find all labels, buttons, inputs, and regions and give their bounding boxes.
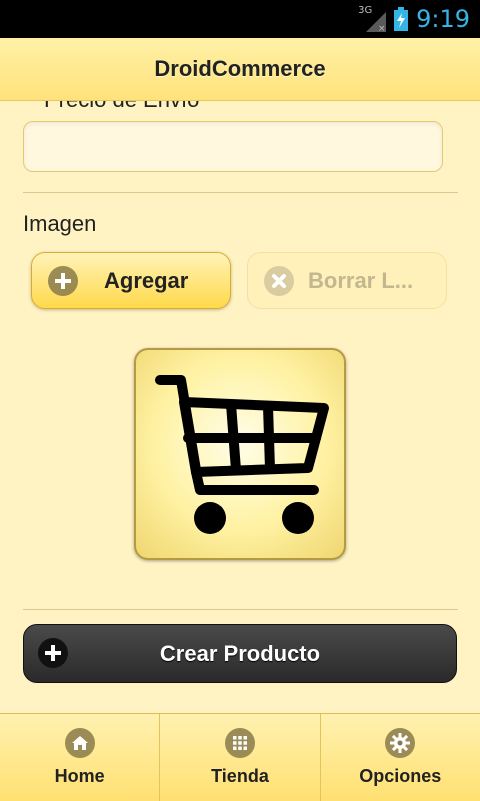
shipping-price-label: Precio de Envío	[44, 101, 199, 113]
grid-icon	[224, 728, 255, 758]
bottom-tab-bar: Home Tienda Opciones	[0, 713, 480, 801]
signal-3g-icon: 3G ×	[358, 5, 387, 32]
battery-charging-icon	[394, 7, 409, 31]
delete-button-label: Borrar L...	[308, 267, 414, 293]
form-content[interactable]: Precio de Envío Imagen Agregar Borrar L.…	[0, 101, 480, 713]
tab-home-label: Home	[54, 766, 105, 786]
svg-text:×: ×	[378, 24, 386, 32]
product-image[interactable]	[134, 348, 346, 560]
plus-icon	[38, 638, 68, 668]
delete-icon	[264, 265, 294, 296]
image-label: Imagen	[23, 211, 97, 236]
tab-opciones-label: Opciones	[359, 766, 442, 786]
status-bar: 3G × 9:19	[0, 0, 480, 38]
add-button-label: Agregar	[104, 267, 189, 293]
gear-icon	[385, 728, 416, 758]
delete-image-button: Borrar L...	[247, 252, 447, 309]
tab-tienda-label: Tienda	[211, 766, 269, 786]
tab-tienda[interactable]: Tienda	[160, 714, 321, 801]
tab-home[interactable]: Home	[0, 714, 161, 801]
clock: 9:19	[416, 5, 470, 33]
page-title: DroidCommerce	[154, 56, 326, 81]
divider	[23, 192, 458, 193]
tab-opciones[interactable]: Opciones	[321, 714, 480, 801]
create-button-label: Crear Producto	[159, 640, 321, 666]
add-image-button[interactable]: Agregar	[31, 252, 231, 309]
app-header: DroidCommerce	[0, 38, 480, 101]
plus-icon	[48, 265, 78, 296]
divider	[23, 609, 458, 610]
shopping-cart-icon	[155, 375, 329, 534]
create-product-button[interactable]: Crear Producto	[23, 624, 457, 683]
home-icon	[64, 728, 95, 758]
shipping-price-input[interactable]	[23, 121, 443, 172]
